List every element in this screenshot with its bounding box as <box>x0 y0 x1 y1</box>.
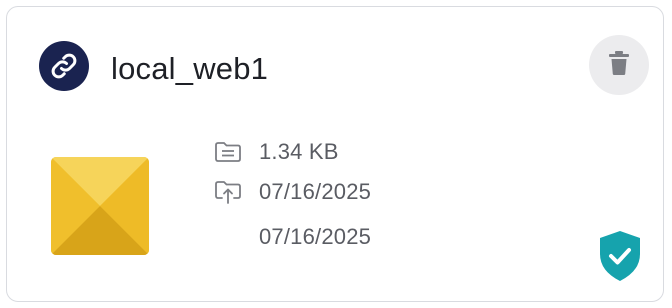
modified-date-row: 07/16/2025 <box>213 220 371 254</box>
upload-icon <box>213 177 243 207</box>
upload-date-row: 07/16/2025 <box>213 175 371 209</box>
file-size-row: 1.34 KB <box>213 135 339 169</box>
file-size-value: 1.34 KB <box>259 139 339 164</box>
modified-date-value: 07/16/2025 <box>259 224 372 249</box>
file-card[interactable]: local_web1 1.34 KB 07/16/2025 07/16/2025 <box>6 6 664 302</box>
delete-button[interactable] <box>589 35 649 95</box>
link-icon <box>39 41 89 91</box>
file-title[interactable]: local_web1 <box>111 49 268 89</box>
file-thumbnail <box>51 157 149 255</box>
upload-date-value: 07/16/2025 <box>259 179 372 204</box>
file-size-icon <box>213 137 243 167</box>
trash-icon <box>608 50 630 81</box>
shield-check-icon <box>597 229 643 283</box>
